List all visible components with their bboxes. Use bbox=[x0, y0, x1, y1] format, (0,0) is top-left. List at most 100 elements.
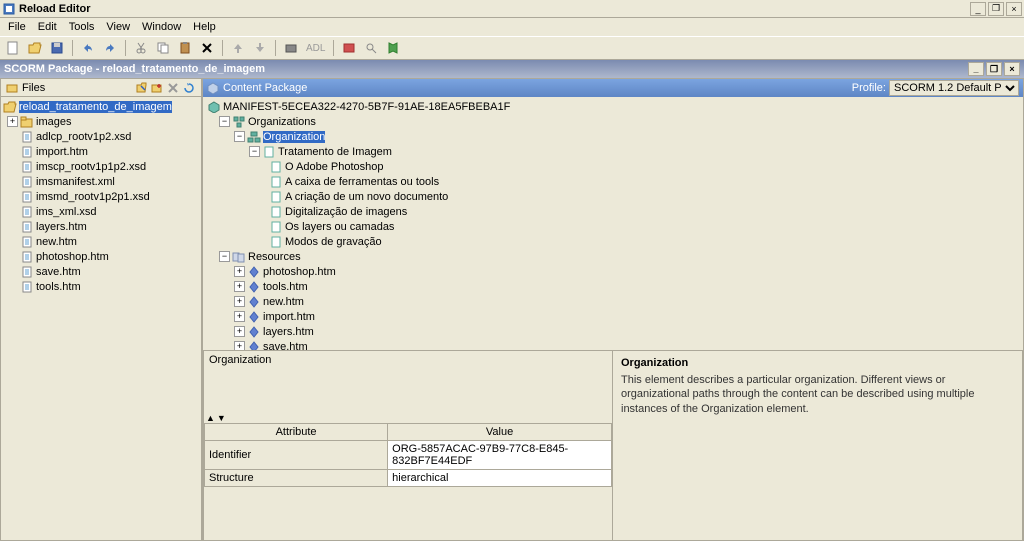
import-icon[interactable] bbox=[133, 81, 149, 95]
content-package-header: Content Package Profile: SCORM 1.2 Defau… bbox=[203, 79, 1023, 97]
doc-minimize-button[interactable]: _ bbox=[968, 62, 984, 76]
menu-window[interactable]: Window bbox=[136, 20, 187, 34]
file-item[interactable]: save.htm bbox=[3, 264, 199, 279]
file-icon bbox=[20, 265, 34, 278]
topic-item[interactable]: Digitalização de imagens bbox=[207, 204, 1019, 219]
profile-select[interactable]: SCORM 1.2 Default Profile bbox=[889, 80, 1019, 96]
toolbar-separator bbox=[222, 40, 223, 56]
preview-icon[interactable] bbox=[362, 39, 380, 57]
up-icon[interactable] bbox=[229, 39, 247, 57]
resource-item[interactable]: +tools.htm bbox=[207, 279, 1019, 294]
menu-tools[interactable]: Tools bbox=[63, 20, 101, 34]
organization-node[interactable]: − Organization bbox=[207, 129, 1019, 144]
menu-file[interactable]: File bbox=[2, 20, 32, 34]
package-icon[interactable] bbox=[340, 39, 358, 57]
table-row[interactable]: Structure hierarchical bbox=[205, 469, 612, 486]
copy-icon[interactable] bbox=[154, 39, 172, 57]
topic-item[interactable]: A caixa de ferramentas ou tools bbox=[207, 174, 1019, 189]
expand-icon[interactable]: + bbox=[234, 341, 245, 350]
doc-maximize-button[interactable]: ❐ bbox=[986, 62, 1002, 76]
file-item[interactable]: new.htm bbox=[3, 234, 199, 249]
files-tree[interactable]: reload_tratamento_de_imagem + images adl… bbox=[1, 97, 201, 540]
content-package-tree[interactable]: MANIFEST-5ECEA322-4270-5B7F-91AE-18EA5FB… bbox=[203, 97, 1023, 350]
files-root[interactable]: reload_tratamento_de_imagem bbox=[3, 99, 199, 114]
redo-icon[interactable] bbox=[101, 39, 119, 57]
expand-icon[interactable]: + bbox=[234, 281, 245, 292]
resource-item[interactable]: +new.htm bbox=[207, 294, 1019, 309]
file-item[interactable]: import.htm bbox=[3, 144, 199, 159]
doc-close-button[interactable]: × bbox=[1004, 62, 1020, 76]
tree-folder-images[interactable]: + images bbox=[3, 114, 199, 129]
collapse-icon[interactable]: − bbox=[219, 116, 230, 127]
file-item[interactable]: adlcp_rootv1p2.xsd bbox=[3, 129, 199, 144]
delete-icon[interactable] bbox=[198, 39, 216, 57]
files-panel: Files reload_tratamento_de_imagem + imag… bbox=[0, 78, 202, 541]
maximize-button[interactable]: ❐ bbox=[988, 2, 1004, 16]
topic-item[interactable]: Modos de gravação bbox=[207, 234, 1019, 249]
adl-label[interactable]: ADL bbox=[304, 43, 327, 54]
files-panel-header: Files bbox=[1, 79, 201, 97]
resource-item[interactable]: +layers.htm bbox=[207, 324, 1019, 339]
resource-item[interactable]: +import.htm bbox=[207, 309, 1019, 324]
expand-icon[interactable]: + bbox=[234, 326, 245, 337]
manifest-node[interactable]: MANIFEST-5ECEA322-4270-5B7F-91AE-18EA5FB… bbox=[207, 99, 1019, 114]
details-area: Organization ▲▼ Attribute Value Identifi… bbox=[203, 350, 1023, 540]
expand-icon[interactable]: + bbox=[7, 116, 18, 127]
save-icon[interactable] bbox=[48, 39, 66, 57]
collapse-icon[interactable]: − bbox=[249, 146, 260, 157]
topic-item[interactable]: A criação de um novo documento bbox=[207, 189, 1019, 204]
attributes-heading: Organization bbox=[204, 351, 612, 369]
files-icon bbox=[5, 81, 19, 95]
table-row[interactable]: Identifier ORG-5857ACAC-97B9-77C8-E845-8… bbox=[205, 440, 612, 469]
resources-node[interactable]: − Resources bbox=[207, 249, 1019, 264]
topic-item[interactable]: O Adobe Photoshop bbox=[207, 159, 1019, 174]
new-folder-icon[interactable] bbox=[149, 81, 165, 95]
collapse-icon[interactable]: − bbox=[234, 131, 245, 142]
down-icon[interactable] bbox=[251, 39, 269, 57]
expand-icon[interactable]: + bbox=[234, 296, 245, 307]
file-item[interactable]: tools.htm bbox=[3, 279, 199, 294]
resource-icon bbox=[247, 295, 261, 308]
new-icon[interactable] bbox=[4, 39, 22, 57]
app-icon bbox=[2, 2, 16, 16]
file-item[interactable]: layers.htm bbox=[3, 219, 199, 234]
page-icon bbox=[269, 190, 283, 203]
orgs-icon bbox=[232, 115, 246, 128]
menu-view[interactable]: View bbox=[100, 20, 136, 34]
expand-icon[interactable]: + bbox=[234, 266, 245, 277]
minimize-button[interactable]: _ bbox=[970, 2, 986, 16]
metadata-icon[interactable] bbox=[282, 39, 300, 57]
file-icon bbox=[20, 160, 34, 173]
book-icon[interactable] bbox=[384, 39, 402, 57]
file-icon bbox=[20, 130, 34, 143]
file-icon bbox=[20, 145, 34, 158]
refresh-icon[interactable] bbox=[181, 81, 197, 95]
info-title: Organization bbox=[621, 357, 1014, 369]
file-item[interactable]: photoshop.htm bbox=[3, 249, 199, 264]
collapse-icon[interactable]: − bbox=[219, 251, 230, 262]
undo-icon[interactable] bbox=[79, 39, 97, 57]
file-icon bbox=[20, 220, 34, 233]
file-item[interactable]: imsmanifest.xml bbox=[3, 174, 199, 189]
menu-edit[interactable]: Edit bbox=[32, 20, 63, 34]
file-item[interactable]: ims_xml.xsd bbox=[3, 204, 199, 219]
resource-item[interactable]: +save.htm bbox=[207, 339, 1019, 350]
organizations-node[interactable]: − Organizations bbox=[207, 114, 1019, 129]
nav-arrows[interactable]: ▲▼ bbox=[206, 413, 228, 423]
close-button[interactable]: × bbox=[1006, 2, 1022, 16]
course-node[interactable]: − Tratamento de Imagem bbox=[207, 144, 1019, 159]
resource-item[interactable]: +photoshop.htm bbox=[207, 264, 1019, 279]
files-panel-title: Files bbox=[22, 82, 133, 94]
paste-icon[interactable] bbox=[176, 39, 194, 57]
file-item[interactable]: imscp_rootv1p1p2.xsd bbox=[3, 159, 199, 174]
cut-icon[interactable] bbox=[132, 39, 150, 57]
menubar: File Edit Tools View Window Help bbox=[0, 18, 1024, 36]
resource-icon bbox=[247, 325, 261, 338]
menu-help[interactable]: Help bbox=[187, 20, 222, 34]
expand-icon[interactable]: + bbox=[234, 311, 245, 322]
delete-file-icon[interactable] bbox=[165, 81, 181, 95]
resource-icon bbox=[247, 310, 261, 323]
topic-item[interactable]: Os layers ou camadas bbox=[207, 219, 1019, 234]
open-icon[interactable] bbox=[26, 39, 44, 57]
file-item[interactable]: imsmd_rootv1p2p1.xsd bbox=[3, 189, 199, 204]
